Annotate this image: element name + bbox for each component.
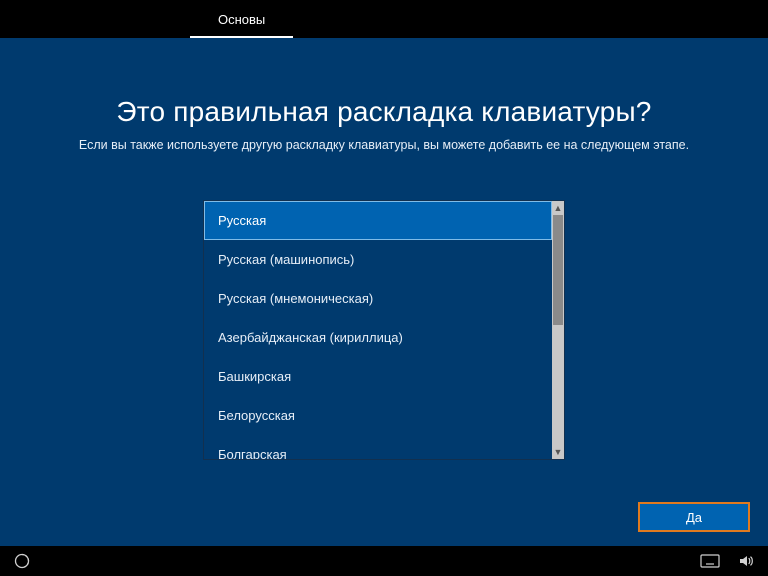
list-item[interactable]: Русская (204, 201, 552, 240)
footer-bar (0, 546, 768, 576)
yes-button-label: Да (686, 510, 702, 525)
list-item[interactable]: Русская (машинопись) (204, 240, 552, 279)
list-item-label: Белорусская (218, 408, 295, 423)
tab-bar: Основы (0, 0, 768, 38)
list-item[interactable]: Болгарская (204, 435, 552, 459)
list-item-label: Русская (машинопись) (218, 252, 354, 267)
list-item-label: Болгарская (218, 447, 287, 459)
list-item[interactable]: Азербайджанская (кириллица) (204, 318, 552, 357)
page-title: Это правильная раскладка клавиатуры? (116, 96, 651, 128)
list-item-label: Башкирская (218, 369, 291, 384)
tab-basics[interactable]: Основы (190, 0, 293, 38)
oobe-stage: Это правильная раскладка клавиатуры? Есл… (0, 38, 768, 546)
keyboard-layout-listbox: Русская Русская (машинопись) Русская (мн… (203, 200, 565, 460)
list-item-label: Русская (мнемоническая) (218, 291, 373, 306)
ease-of-access-icon[interactable] (14, 553, 30, 569)
page-subtitle: Если вы также используете другую расклад… (79, 138, 689, 152)
yes-button[interactable]: Да (638, 502, 750, 532)
scroll-up-icon[interactable]: ▲ (552, 201, 564, 215)
list-item[interactable]: Башкирская (204, 357, 552, 396)
keyboard-layout-list[interactable]: Русская Русская (машинопись) Русская (мн… (204, 201, 552, 459)
scrollbar[interactable]: ▲ ▼ (552, 201, 564, 459)
scroll-down-icon[interactable]: ▼ (552, 445, 564, 459)
list-item[interactable]: Белорусская (204, 396, 552, 435)
list-item[interactable]: Русская (мнемоническая) (204, 279, 552, 318)
keyboard-icon[interactable] (700, 554, 720, 568)
list-item-label: Азербайджанская (кириллица) (218, 330, 403, 345)
scrollbar-thumb[interactable] (553, 215, 563, 325)
list-item-label: Русская (218, 213, 266, 228)
tab-basics-label: Основы (218, 12, 265, 27)
volume-icon[interactable] (738, 553, 754, 569)
